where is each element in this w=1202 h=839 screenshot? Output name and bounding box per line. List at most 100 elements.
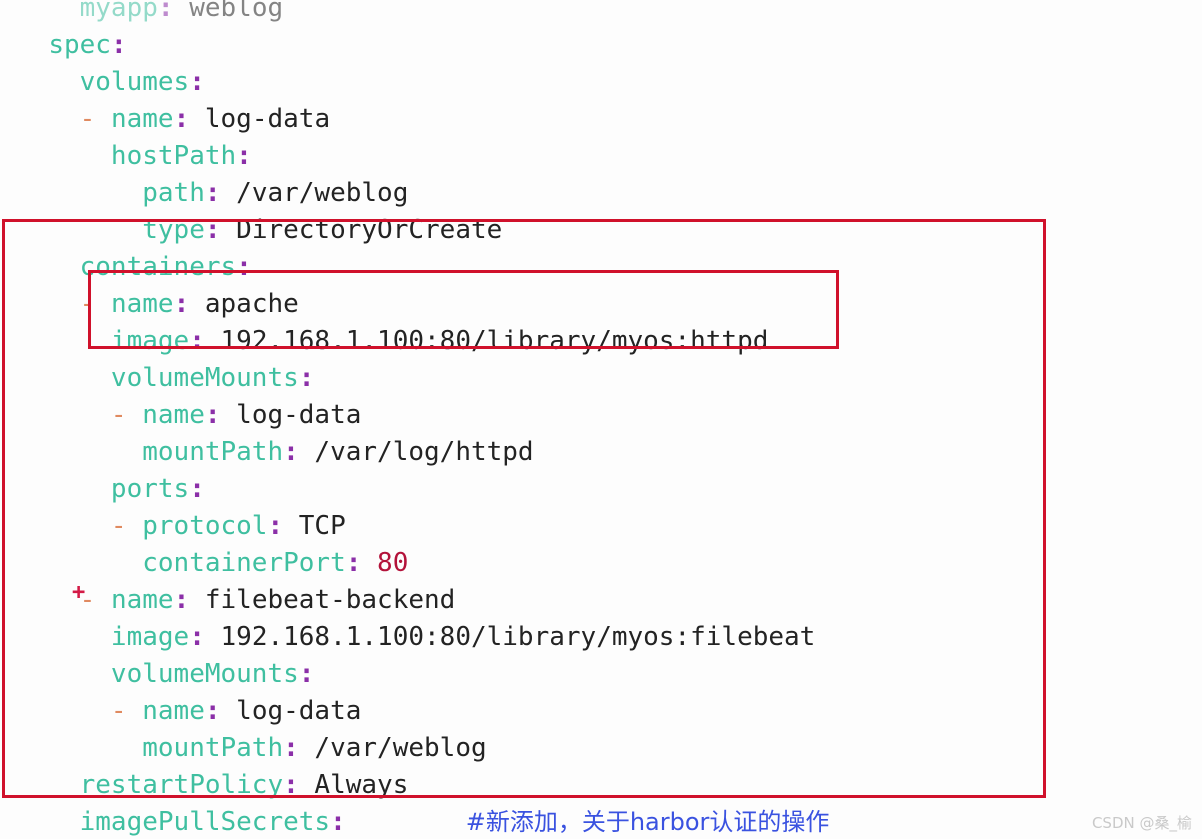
yaml-list-dash: -	[110, 511, 143, 541]
yaml-key: containerPort	[142, 548, 346, 578]
yaml-key: spec	[48, 30, 111, 60]
yaml-key: volumes	[79, 67, 190, 97]
yaml-colon: :	[204, 400, 221, 430]
yaml-key: ports	[110, 474, 190, 504]
yaml-code-block[interactable]: myapp: weblog spec: volumes: - name: log…	[0, 0, 1202, 839]
code-line[interactable]: volumeMounts:	[17, 656, 315, 693]
yaml-key: name	[110, 104, 174, 134]
yaml-colon: :	[283, 770, 299, 800]
yaml-key: containers	[79, 252, 237, 282]
yaml-colon: :	[330, 807, 346, 837]
yaml-value: log-data	[220, 696, 362, 726]
yaml-colon: :	[157, 0, 174, 23]
yaml-colon: :	[236, 252, 252, 282]
yaml-value: log-data	[189, 104, 331, 134]
yaml-key: volumeMounts	[110, 363, 299, 393]
yaml-value: filebeat-backend	[189, 585, 456, 615]
yaml-key: mountPath	[142, 437, 284, 467]
code-line[interactable]: ports:	[17, 471, 205, 508]
code-line[interactable]: hostPath:	[17, 138, 252, 175]
code-line[interactable]: - name: log-data	[17, 693, 361, 730]
yaml-key: hostPath	[110, 141, 237, 171]
yaml-colon: :	[204, 215, 221, 245]
code-line[interactable]: mountPath: /var/log/httpd	[17, 434, 534, 471]
yaml-value: /var/weblog	[220, 178, 409, 208]
yaml-value: /var/weblog	[298, 733, 487, 763]
yaml-colon: :	[204, 178, 221, 208]
yaml-colon: :	[110, 30, 127, 60]
yaml-key: path	[142, 178, 205, 208]
yaml-value: 80	[361, 548, 409, 578]
yaml-colon: :	[189, 326, 205, 356]
code-line[interactable]: - protocol: TCP	[17, 508, 346, 545]
code-line[interactable]: path: /var/weblog	[17, 175, 408, 212]
yaml-value: Always	[298, 770, 409, 800]
yaml-list-dash: -	[110, 696, 143, 726]
yaml-value: 192.168.1.100:80/library/myos:httpd	[204, 326, 769, 356]
code-line[interactable]: image: 192.168.1.100:80/library/myos:htt…	[17, 323, 768, 360]
yaml-colon: :	[173, 289, 190, 319]
yaml-value: 192.168.1.100:80/library/myos:filebeat	[204, 622, 816, 652]
added-line-marker: +	[72, 580, 86, 605]
yaml-colon: :	[173, 104, 190, 134]
yaml-colon: :	[189, 474, 205, 504]
yaml-value: log-data	[220, 400, 362, 430]
code-line[interactable]: containers:	[17, 249, 252, 286]
code-line[interactable]: restartPolicy: Always	[17, 767, 409, 804]
code-line[interactable]: volumeMounts:	[17, 360, 315, 397]
code-line[interactable]: volumes:	[17, 64, 205, 101]
yaml-list-dash: -	[110, 400, 143, 430]
code-line[interactable]: - name: log-data	[17, 397, 361, 434]
yaml-value: /var/log/httpd	[298, 437, 534, 467]
yaml-colon: :	[345, 548, 362, 578]
yaml-key: volumeMounts	[110, 659, 299, 689]
yaml-key: restartPolicy	[79, 770, 284, 800]
yaml-key: imagePullSecrets	[79, 807, 331, 837]
yaml-key: name	[110, 585, 174, 615]
yaml-key: image	[110, 326, 190, 356]
code-line[interactable]: - name: apache	[17, 286, 299, 323]
yaml-key: protocol	[142, 511, 268, 541]
code-line[interactable]: myapp: weblog	[17, 0, 284, 27]
yaml-colon: :	[189, 67, 205, 97]
code-line[interactable]: mountPath: /var/weblog	[17, 730, 487, 767]
code-line[interactable]: - name: log-data	[17, 101, 330, 138]
code-line[interactable]: image: 192.168.1.100:80/library/myos:fil…	[17, 619, 815, 656]
code-line[interactable]: imagePullSecrets: #新添加，关于harbor认证的操作	[17, 804, 830, 839]
yaml-list-dash: -	[79, 289, 111, 319]
yaml-key: mountPath	[142, 733, 284, 763]
yaml-comment: #新添加，关于harbor认证的操作	[465, 808, 830, 836]
yaml-key: myapp	[79, 0, 158, 23]
yaml-key: name	[110, 289, 174, 319]
yaml-colon: :	[189, 622, 205, 652]
yaml-colon: :	[267, 511, 284, 541]
yaml-value: weblog	[173, 0, 284, 23]
yaml-value: TCP	[283, 511, 346, 541]
yaml-colon: :	[283, 437, 299, 467]
code-line[interactable]: type: DirectoryOrCreate	[17, 212, 502, 249]
yaml-list-dash: -	[79, 104, 111, 134]
code-line[interactable]: spec:	[17, 27, 127, 64]
yaml-colon: :	[204, 696, 221, 726]
